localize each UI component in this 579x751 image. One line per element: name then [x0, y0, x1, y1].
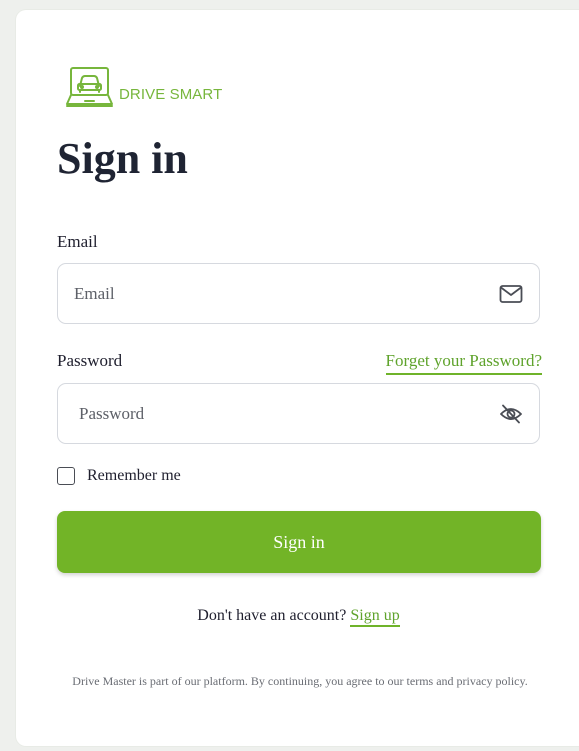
- sign-up-link[interactable]: Sign up: [350, 607, 400, 627]
- brand-logo: DRIVE SMART: [66, 66, 222, 108]
- sign-in-button[interactable]: Sign in: [57, 511, 541, 573]
- remember-me-checkbox[interactable]: [57, 467, 75, 485]
- password-input[interactable]: [79, 384, 479, 443]
- page-title: Sign in: [57, 134, 188, 183]
- signup-prompt-line: Don't have an account? Sign up: [0, 606, 579, 627]
- email-field-wrapper: [57, 263, 540, 324]
- email-label: Email: [57, 232, 98, 251]
- sign-in-card: [16, 10, 579, 746]
- terms-note: Drive Master is part of our platform. By…: [72, 674, 528, 688]
- envelope-icon: [499, 284, 523, 304]
- forgot-password-link[interactable]: Forget your Password?: [385, 351, 542, 375]
- email-input[interactable]: [74, 264, 474, 323]
- car-screen-logo-icon: [66, 66, 113, 108]
- remember-me: Remember me: [57, 467, 181, 485]
- remember-me-label: Remember me: [87, 467, 181, 484]
- signup-prompt: Don't have an account?: [197, 607, 347, 624]
- eye-off-icon[interactable]: [499, 404, 523, 424]
- password-field-wrapper: [57, 383, 540, 444]
- brand-name: DRIVE SMART: [119, 86, 223, 103]
- password-label: Password: [57, 351, 123, 370]
